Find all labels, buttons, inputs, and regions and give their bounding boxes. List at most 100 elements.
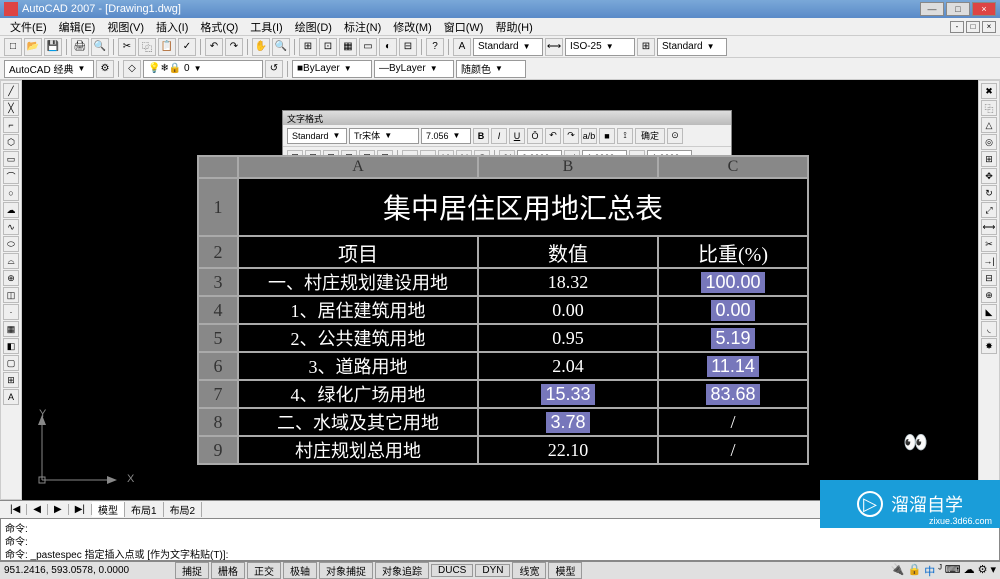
te-ruler-button[interactable]: ⟟ xyxy=(617,128,633,144)
cell-5a[interactable]: 2、公共建筑用地 xyxy=(238,324,478,352)
spline-tool[interactable]: ∿ xyxy=(3,219,19,235)
polygon-tool[interactable]: ⬡ xyxy=(3,134,19,150)
open-button[interactable]: 📂 xyxy=(24,38,42,56)
dim-icon[interactable]: ⟷ xyxy=(545,38,563,56)
cell-6a[interactable]: 3、道路用地 xyxy=(238,352,478,380)
snap-toggle[interactable]: 捕捉 xyxy=(175,562,209,579)
cell-8c[interactable]: / xyxy=(658,408,808,436)
color-select[interactable]: ■ ByLayer▼ xyxy=(292,60,372,78)
tab-model[interactable]: 模型 xyxy=(92,502,125,517)
gradient-tool[interactable]: ◧ xyxy=(3,338,19,354)
row-header-1[interactable]: 1 xyxy=(198,178,238,236)
hatch-tool[interactable]: ▦ xyxy=(3,321,19,337)
cell-4c[interactable]: 0.00 xyxy=(658,296,808,324)
cell-7b[interactable]: 15.33 xyxy=(478,380,658,408)
cell-9c[interactable]: / xyxy=(658,436,808,464)
menu-dimension[interactable]: 标注(N) xyxy=(338,19,387,35)
line-tool[interactable]: ╱ xyxy=(3,83,19,99)
designcenter-button[interactable]: ⊡ xyxy=(319,38,337,56)
cell-5c[interactable]: 5.19 xyxy=(658,324,808,352)
doc-minimize-button[interactable]: - xyxy=(950,21,964,33)
lineweight-select[interactable]: 随颜色▼ xyxy=(456,60,526,78)
save-button[interactable]: 💾 xyxy=(44,38,62,56)
drawing-canvas[interactable]: 文字格式 Standard▼ Tr 宋体▼ 7.056▼ B I U Ō ↶ ↷… xyxy=(22,80,978,500)
col-header-c[interactable]: C xyxy=(658,156,808,178)
style-icon[interactable]: A xyxy=(453,38,471,56)
redo-button[interactable]: ↷ xyxy=(225,38,243,56)
te-style-select[interactable]: Standard▼ xyxy=(287,128,347,144)
array-tool[interactable]: ⊞ xyxy=(981,151,997,167)
tab-layout1[interactable]: 布局1 xyxy=(125,502,164,517)
copy-button[interactable]: ⿻ xyxy=(138,38,156,56)
cell-9b[interactable]: 22.10 xyxy=(478,436,658,464)
cell-5b[interactable]: 0.95 xyxy=(478,324,658,352)
te-options-button[interactable]: ⊙ xyxy=(667,128,683,144)
tab-nav-next[interactable]: ▶ xyxy=(48,504,69,515)
tab-nav-end[interactable]: ▶| xyxy=(69,504,92,515)
ducs-toggle[interactable]: DUCS xyxy=(431,564,473,577)
land-use-table[interactable]: A B C 1 集中居住区用地汇总表 2 项目 数值 比重(%) 3 一、村庄规… xyxy=(197,155,809,465)
textstyle-select[interactable]: Standard▼ xyxy=(473,38,543,56)
te-redo-button[interactable]: ↷ xyxy=(563,128,579,144)
lwt-toggle[interactable]: 线宽 xyxy=(512,562,546,579)
cut-button[interactable]: ✂ xyxy=(118,38,136,56)
arc-tool[interactable]: ⌒ xyxy=(3,168,19,184)
scale-tool[interactable]: ⤢ xyxy=(981,202,997,218)
tab-nav-start[interactable]: |◀ xyxy=(4,504,27,515)
tray-cloud-icon[interactable]: ☁ xyxy=(964,563,975,579)
rectangle-tool[interactable]: ▭ xyxy=(3,151,19,167)
row-header-6[interactable]: 6 xyxy=(198,352,238,380)
chamfer-tool[interactable]: ◣ xyxy=(981,304,997,320)
layer-prev-button[interactable]: ↺ xyxy=(265,60,283,78)
layer-select[interactable]: 💡❄🔒 0▼ xyxy=(143,60,263,78)
toolpalette-button[interactable]: ▦ xyxy=(339,38,357,56)
region-tool[interactable]: ▢ xyxy=(3,355,19,371)
xline-tool[interactable]: ╳ xyxy=(3,100,19,116)
table-tool[interactable]: ⊞ xyxy=(3,372,19,388)
menu-modify[interactable]: 修改(M) xyxy=(387,19,438,35)
paste-button[interactable]: 📋 xyxy=(158,38,176,56)
dimstyle-select[interactable]: ISO-25▼ xyxy=(565,38,635,56)
markup-button[interactable]: ◐ xyxy=(379,38,397,56)
mirror-tool[interactable]: △ xyxy=(981,117,997,133)
menu-edit[interactable]: 编辑(E) xyxy=(53,19,102,35)
te-size-select[interactable]: 7.056▼ xyxy=(421,128,471,144)
tray-lock-icon[interactable]: 🔒 xyxy=(908,563,922,579)
move-tool[interactable]: ✥ xyxy=(981,168,997,184)
layer-button[interactable]: ◇ xyxy=(123,60,141,78)
ellipsearc-tool[interactable]: ⌓ xyxy=(3,253,19,269)
point-tool[interactable]: · xyxy=(3,304,19,320)
revcloud-tool[interactable]: ☁ xyxy=(3,202,19,218)
cell-9a[interactable]: 村庄规划总用地 xyxy=(238,436,478,464)
cell-6b[interactable]: 2.04 xyxy=(478,352,658,380)
cell-6c[interactable]: 11.14 xyxy=(658,352,808,380)
cell-3b[interactable]: 18.32 xyxy=(478,268,658,296)
te-underline-button[interactable]: U xyxy=(509,128,525,144)
tray-ime-icon[interactable]: 中 xyxy=(924,563,935,579)
tray-comm-icon[interactable]: 🔌 xyxy=(891,563,905,579)
te-bold-button[interactable]: B xyxy=(473,128,489,144)
block-tool[interactable]: ◫ xyxy=(3,287,19,303)
break-tool[interactable]: ⊟ xyxy=(981,270,997,286)
rotate-tool[interactable]: ↻ xyxy=(981,185,997,201)
menu-window[interactable]: 窗口(W) xyxy=(438,19,490,35)
cell-8a[interactable]: 二、水域及其它用地 xyxy=(238,408,478,436)
mtext-tool[interactable]: A xyxy=(3,389,19,405)
menu-format[interactable]: 格式(Q) xyxy=(194,19,244,35)
row-header-8[interactable]: 8 xyxy=(198,408,238,436)
tray-settings-icon[interactable]: ⚙ xyxy=(978,563,988,579)
linetype-select[interactable]: — ByLayer▼ xyxy=(374,60,454,78)
tab-nav-prev[interactable]: ◀ xyxy=(27,504,48,515)
header-ratio[interactable]: 比重(%) xyxy=(658,236,808,268)
workspace-select[interactable]: AutoCAD 经典▼ xyxy=(4,60,94,78)
circle-tool[interactable]: ○ xyxy=(3,185,19,201)
row-header-7[interactable]: 7 xyxy=(198,380,238,408)
tray-keyboard-icon[interactable]: ⌨ xyxy=(945,563,961,579)
otrack-toggle[interactable]: 对象追踪 xyxy=(375,562,429,579)
help-button[interactable]: ? xyxy=(426,38,444,56)
cell-3a[interactable]: 一、村庄规划建设用地 xyxy=(238,268,478,296)
te-italic-button[interactable]: I xyxy=(491,128,507,144)
tab-layout2[interactable]: 布局2 xyxy=(164,502,203,517)
table-icon[interactable]: ⊞ xyxy=(637,38,655,56)
menu-help[interactable]: 帮助(H) xyxy=(489,19,538,35)
